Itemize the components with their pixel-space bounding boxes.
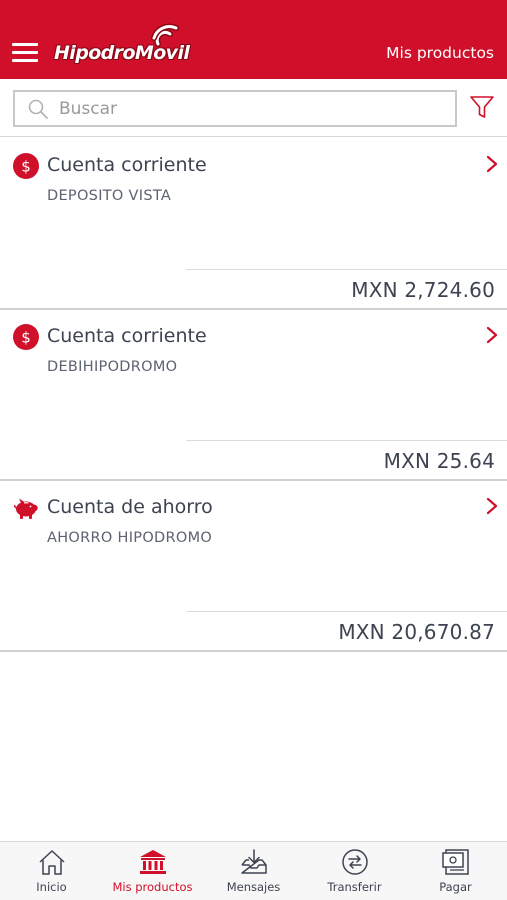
- tab-label: Mis productos: [112, 880, 193, 894]
- product-title: Cuenta de ahorro: [47, 496, 213, 518]
- app-header: HipodroMovil Mis productos: [0, 0, 507, 79]
- tab-label: Pagar: [439, 880, 472, 894]
- product-title: Cuenta corriente: [47, 154, 207, 176]
- chevron-right-icon[interactable]: [486, 497, 498, 515]
- tab-mis-productos[interactable]: Mis productos: [102, 842, 203, 900]
- search-bar: [0, 79, 507, 137]
- product-subtitle: DEBIHIPODROMO: [47, 359, 178, 375]
- tab-pagar[interactable]: Pagar: [405, 842, 506, 900]
- tab-mensajes[interactable]: Mensajes: [203, 842, 304, 900]
- chevron-right-icon[interactable]: [486, 155, 498, 173]
- signal-waves-icon: [151, 23, 179, 47]
- bank-icon: [139, 850, 166, 874]
- dollar-coin-icon: $: [13, 324, 39, 350]
- card-divider: [186, 269, 507, 270]
- svg-text:$: $: [21, 329, 31, 347]
- tab-label: Inicio: [36, 880, 67, 894]
- chevron-right-icon[interactable]: [486, 326, 498, 344]
- page-title: Mis productos: [386, 44, 494, 62]
- app-logo: HipodroMovil: [52, 22, 190, 66]
- hamburger-menu-icon[interactable]: [12, 43, 38, 63]
- tab-transferir[interactable]: Transferir: [304, 842, 405, 900]
- tab-inicio[interactable]: Inicio: [1, 842, 102, 900]
- piggy-bank-icon: [14, 498, 38, 519]
- bill-payment-icon: [441, 849, 469, 875]
- bottom-tab-bar: Inicio Mis productos Mensajes Transferir: [0, 841, 507, 900]
- dollar-coin-icon: $: [13, 153, 39, 179]
- card-divider: [186, 611, 507, 612]
- search-icon: [28, 99, 48, 119]
- filter-funnel-icon[interactable]: [469, 94, 495, 122]
- product-card[interactable]: Cuenta de ahorro AHORRO HIPODROMO MXN 20…: [0, 481, 507, 652]
- home-icon: [38, 850, 65, 875]
- tab-label: Transferir: [327, 880, 382, 894]
- product-balance: MXN 20,670.87: [338, 620, 495, 644]
- search-input[interactable]: [59, 95, 439, 122]
- product-balance: MXN 25.64: [383, 449, 495, 473]
- card-divider: [186, 440, 507, 441]
- product-title: Cuenta corriente: [47, 325, 207, 347]
- search-box[interactable]: [13, 90, 457, 127]
- inbox-download-icon: [240, 849, 267, 874]
- product-subtitle: DEPOSITO VISTA: [47, 188, 172, 204]
- svg-text:$: $: [21, 158, 31, 176]
- product-card[interactable]: $ Cuenta corriente DEPOSITO VISTA MXN 2,…: [0, 139, 507, 310]
- tab-label: Mensajes: [226, 880, 281, 894]
- product-subtitle: AHORRO HIPODROMO: [47, 530, 213, 546]
- transfer-arrows-icon: [341, 849, 368, 875]
- product-card[interactable]: $ Cuenta corriente DEBIHIPODROMO MXN 25.…: [0, 310, 507, 481]
- product-balance: MXN 2,724.60: [351, 278, 495, 302]
